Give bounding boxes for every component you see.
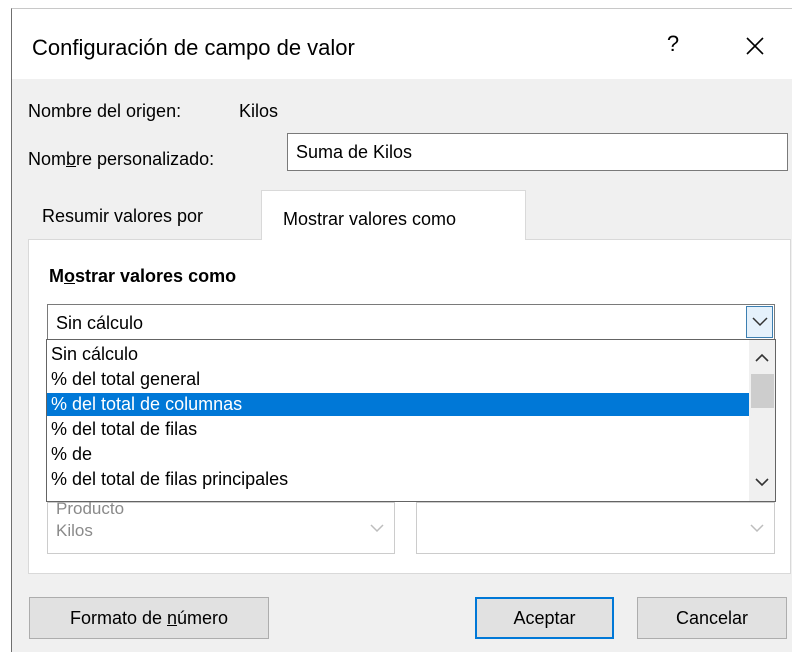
- show-values-as-dropdown-list[interactable]: Sin cálculo % del total general % del to…: [46, 339, 776, 502]
- combobox-value: Sin cálculo: [56, 313, 144, 333]
- dialog-title: Configuración de campo de valor: [32, 35, 355, 60]
- tab-summarize-values-by[interactable]: Resumir valores por: [42, 206, 203, 227]
- base-field-item[interactable]: Producto: [56, 499, 124, 519]
- number-format-label-rest: úmero: [177, 608, 229, 628]
- cancel-button[interactable]: Cancelar: [637, 597, 787, 639]
- heading-accelerator: o: [64, 266, 75, 286]
- chevron-down-icon[interactable]: [750, 523, 764, 533]
- base-field-list[interactable]: Producto Kilos: [47, 499, 395, 554]
- custom-name-accelerator: b: [66, 149, 77, 169]
- custom-name-label-rest: re personalizado:: [76, 149, 215, 169]
- show-values-as-combobox[interactable]: Sin cálculo: [47, 304, 775, 340]
- dropdown-option[interactable]: % de: [47, 443, 750, 466]
- heading-part: M: [49, 266, 64, 286]
- dropdown-option[interactable]: Sin cálculo: [47, 343, 750, 366]
- scroll-up-button[interactable]: [755, 350, 769, 362]
- heading-rest: strar valores como: [75, 266, 237, 286]
- custom-name-label: Nombre personalizado:: [28, 149, 214, 170]
- base-item-list[interactable]: [416, 502, 775, 554]
- dropdown-option[interactable]: % del total general: [47, 368, 750, 391]
- chevron-up-icon: [755, 353, 769, 362]
- combobox-dropdown-button[interactable]: [746, 306, 773, 338]
- custom-name-input[interactable]: Suma de Kilos: [287, 133, 788, 171]
- number-format-accelerator: n: [167, 608, 178, 628]
- dropdown-option[interactable]: % del total de filas: [47, 418, 750, 441]
- base-field-item[interactable]: Kilos: [56, 521, 93, 541]
- chevron-down-icon[interactable]: [370, 523, 384, 533]
- value-field-settings-dialog: Configuración de campo de valor ? Nombre…: [11, 8, 792, 652]
- number-format-button[interactable]: Formato de número: [29, 597, 269, 639]
- number-format-label: Formato de: [69, 608, 167, 628]
- source-name-value: Kilos: [239, 101, 279, 121]
- custom-name-label-part: Nom: [28, 149, 67, 169]
- tab-show-values-as-label: Mostrar valores como: [283, 209, 457, 229]
- show-values-as-panel: Mostrar valores como Sin cálculo Sin cál…: [28, 239, 791, 574]
- dropdown-option[interactable]: % del total de filas principales: [47, 468, 750, 491]
- close-icon: [746, 37, 764, 55]
- dropdown-scrollbar[interactable]: [749, 340, 775, 501]
- help-button[interactable]: ?: [658, 31, 688, 61]
- scroll-down-button[interactable]: [755, 474, 769, 487]
- chevron-down-icon: [752, 317, 768, 327]
- dropdown-option-selected[interactable]: % del total de columnas: [47, 393, 750, 416]
- ok-button[interactable]: Aceptar: [475, 597, 614, 639]
- scrollbar-thumb[interactable]: [751, 374, 774, 408]
- chevron-down-icon: [755, 478, 769, 487]
- tab-show-values-as[interactable]: Mostrar valores como: [261, 190, 526, 240]
- show-values-as-heading: Mostrar valores como: [49, 266, 236, 287]
- title-bar: Configuración de campo de valor ?: [12, 9, 792, 79]
- source-name-label: Nombre del origen:: [28, 101, 182, 121]
- close-button[interactable]: [738, 29, 772, 63]
